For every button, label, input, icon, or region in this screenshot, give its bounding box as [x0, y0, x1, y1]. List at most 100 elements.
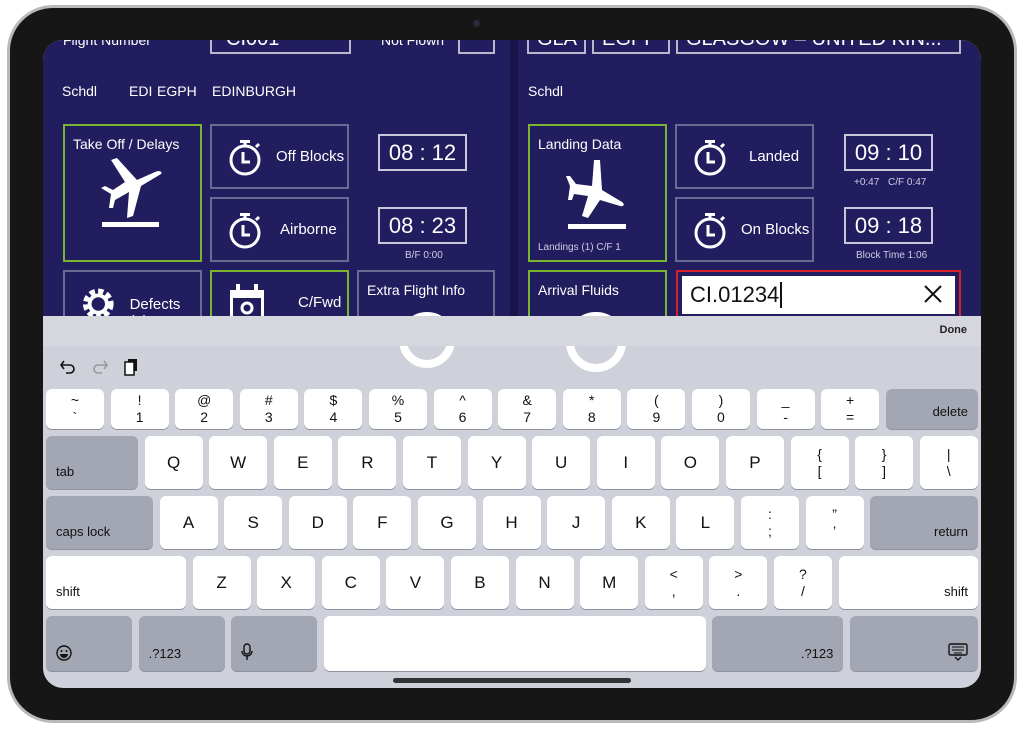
tab-key[interactable]: tab — [46, 436, 138, 489]
key-2[interactable]: @2 — [175, 389, 234, 429]
clear-icon[interactable] — [921, 282, 945, 306]
arrival-iata-field[interactable]: GLA — [527, 40, 586, 54]
on-blocks-button[interactable]: On Blocks — [675, 197, 814, 262]
key-b[interactable]: B — [450, 556, 509, 609]
key-j[interactable]: J — [547, 496, 606, 549]
key-/[interactable]: ? / — [773, 556, 832, 609]
dictation-key[interactable] — [231, 616, 318, 671]
input-value: CI.01234 — [690, 282, 780, 307]
key-h[interactable]: H — [482, 496, 541, 549]
key-6[interactable]: ^ 6 — [433, 389, 492, 429]
space-key[interactable] — [323, 616, 706, 671]
key-l[interactable]: L — [676, 496, 735, 549]
key-9[interactable]: (9 — [627, 389, 686, 429]
key-0[interactable]: ) 0 — [691, 389, 750, 429]
key-7[interactable]: & 7 — [498, 389, 557, 429]
key-glyph: \ — [946, 462, 951, 479]
key-q[interactable]: Q — [144, 436, 203, 489]
key-v[interactable]: V — [386, 556, 445, 609]
key-.[interactable]: >. — [709, 556, 768, 609]
on-blocks-time[interactable]: 09 : 18 — [844, 207, 933, 244]
key-t[interactable]: T — [402, 436, 461, 489]
delete-key[interactable]: delete — [885, 389, 978, 429]
off-blocks-button[interactable]: Off Blocks — [210, 124, 349, 189]
key-4[interactable]: $4 — [304, 389, 363, 429]
key-glyph: @ — [197, 392, 212, 408]
key-][interactable]: }] — [855, 436, 914, 489]
key-m[interactable]: M — [580, 556, 639, 609]
key-;[interactable]: :; — [740, 496, 799, 549]
key-w[interactable]: W — [209, 436, 268, 489]
paste-icon[interactable] — [123, 358, 139, 376]
arrival-icao-field[interactable]: EGPF — [592, 40, 670, 54]
key-s[interactable]: S — [224, 496, 283, 549]
key-e[interactable]: E — [273, 436, 332, 489]
key-’[interactable]: ”’ — [805, 496, 864, 549]
key-=[interactable]: + = — [821, 389, 880, 429]
key-z[interactable]: Z — [192, 556, 251, 609]
key-o[interactable]: O — [661, 436, 720, 489]
key-p[interactable]: P — [725, 436, 784, 489]
screen: Flight Number CI001 Not Flown Schdl EDI … — [43, 40, 981, 688]
numbers-key-right[interactable]: .?123 — [712, 616, 844, 671]
key-3[interactable]: #3 — [239, 389, 298, 429]
airborne-time[interactable]: 08 : 23 — [378, 207, 467, 244]
key-a[interactable]: A — [159, 496, 218, 549]
shift-key-left[interactable]: shift — [46, 556, 186, 609]
landed-button[interactable]: Landed — [675, 124, 814, 189]
key--[interactable]: _ - — [756, 389, 815, 429]
airborne-button[interactable]: Airborne — [210, 197, 349, 262]
key-5[interactable]: % 5 — [368, 389, 427, 429]
landed-delta: +0:47 — [854, 177, 880, 188]
key-glyph: ` — [72, 409, 78, 425]
undo-icon[interactable] — [59, 358, 77, 376]
key-\[interactable]: | \ — [919, 436, 978, 489]
landed-cf: C/F 0:47 — [888, 177, 927, 188]
key-i[interactable]: I — [596, 436, 655, 489]
key-y[interactable]: Y — [467, 436, 526, 489]
arrival-iata: GLA — [537, 40, 577, 50]
flight-ref-input[interactable]: CI.01234 — [682, 276, 955, 314]
keyboard-row-zxcv: shift Z X C V B N M <, >.? / shift — [46, 556, 978, 609]
arrival-name-field[interactable]: GLASGOW – UNITED KIN... — [676, 40, 961, 54]
key-d[interactable]: D — [288, 496, 347, 549]
arrival-icao: EGPF — [602, 40, 656, 50]
key-8[interactable]: * 8 — [562, 389, 621, 429]
return-key[interactable]: return — [870, 496, 978, 549]
shift-key-right[interactable]: shift — [838, 556, 978, 609]
key-glyph: 3 — [264, 409, 273, 425]
flight-number-field[interactable]: CI001 — [210, 40, 351, 54]
emoji-key[interactable] — [46, 616, 132, 671]
key-,[interactable]: <, — [644, 556, 703, 609]
text-input-container: CI.01234 — [676, 270, 961, 320]
caps-lock-key[interactable]: caps lock — [46, 496, 153, 549]
camera — [473, 20, 480, 27]
key-u[interactable]: U — [532, 436, 591, 489]
key-1[interactable]: ! 1 — [110, 389, 169, 429]
key-f[interactable]: F — [353, 496, 412, 549]
numbers-key-left[interactable]: .?123 — [138, 616, 225, 671]
flight-number-label: Flight Number — [63, 40, 151, 48]
key-glyph: 2 — [200, 409, 209, 425]
not-flown-checkbox[interactable] — [458, 40, 495, 54]
landing-plane-icon — [566, 160, 626, 229]
key-n[interactable]: N — [515, 556, 574, 609]
emoji-icon — [56, 645, 72, 661]
home-indicator — [393, 678, 631, 683]
off-blocks-time[interactable]: 08 : 12 — [378, 134, 467, 171]
stopwatch-icon — [229, 139, 261, 175]
key-x[interactable]: X — [257, 556, 316, 609]
key-r[interactable]: R — [338, 436, 397, 489]
key-`[interactable]: ~ ` — [46, 389, 104, 429]
dismiss-keyboard-key[interactable] — [849, 616, 978, 671]
key-c[interactable]: C — [321, 556, 380, 609]
key-[[interactable]: {[ — [790, 436, 849, 489]
landing-data-tile[interactable]: Landing Data Landings (1) C/F 1 — [528, 124, 667, 262]
key-g[interactable]: G — [417, 496, 476, 549]
redo-icon[interactable] — [91, 358, 109, 376]
key-k[interactable]: K — [611, 496, 670, 549]
key-glyph: ] — [882, 462, 887, 479]
landed-time[interactable]: 09 : 10 — [844, 134, 933, 171]
takeoff-delays-tile[interactable]: Take Off / Delays — [63, 124, 202, 262]
done-button[interactable]: Done — [940, 324, 968, 336]
